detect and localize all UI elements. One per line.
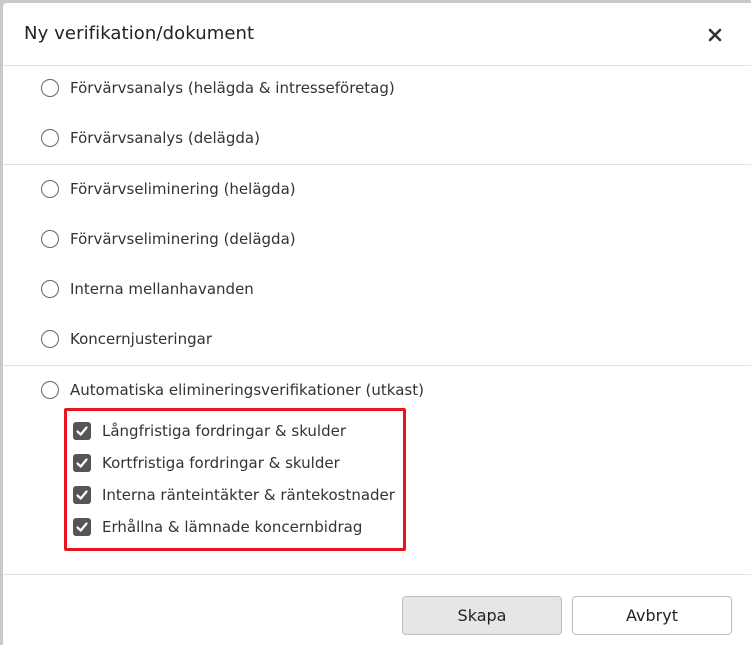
radio-button[interactable] — [41, 330, 59, 348]
option-interna-mellanhavanden[interactable]: Interna mellanhavanden — [41, 276, 254, 302]
cancel-button[interactable]: Avbryt — [572, 596, 732, 635]
option-label: Förvärvsanalys (delägda) — [70, 129, 260, 147]
radio-button[interactable] — [41, 180, 59, 198]
option-label: Koncernjusteringar — [70, 330, 212, 348]
checkbox-label: Kortfristiga fordringar & skulder — [102, 454, 340, 472]
section-divider — [3, 365, 751, 366]
checkbox-label: Långfristiga fordringar & skulder — [102, 422, 347, 440]
checkbox-checked-icon[interactable] — [73, 486, 91, 504]
option-koncernjusteringar[interactable]: Koncernjusteringar — [41, 326, 212, 352]
checkbox-koncernbidrag[interactable]: Erhållna & lämnade koncernbidrag — [73, 515, 362, 539]
radio-button[interactable] — [41, 280, 59, 298]
radio-button[interactable] — [41, 230, 59, 248]
section-divider — [3, 164, 751, 165]
footer-divider — [3, 574, 751, 575]
option-label: Interna mellanhavanden — [70, 280, 254, 298]
checkbox-label: Interna ränteintäkter & räntekostnader — [102, 486, 395, 504]
dialog-title: Ny verifikation/dokument — [24, 23, 255, 44]
option-forvarvsanalys-delagda[interactable]: Förvärvsanalys (delägda) — [41, 125, 260, 151]
option-label: Förvärvseliminering (delägda) — [70, 230, 296, 248]
checkbox-interna-rantor[interactable]: Interna ränteintäkter & räntekostnader — [73, 483, 395, 507]
option-forvarvseliminering-delagda[interactable]: Förvärvseliminering (delägda) — [41, 226, 296, 252]
checkbox-label: Erhållna & lämnade koncernbidrag — [102, 518, 363, 536]
option-automatiska-elimineringsverifikationer[interactable]: Automatiska elimineringsverifikationer (… — [41, 377, 424, 403]
option-label: Automatiska elimineringsverifikationer (… — [70, 381, 424, 399]
checkbox-checked-icon[interactable] — [73, 454, 91, 472]
create-button[interactable]: Skapa — [402, 596, 562, 635]
option-label: Förvärvsanalys (helägda & intresseföreta… — [70, 79, 395, 97]
option-label: Förvärvseliminering (helägda) — [70, 180, 296, 198]
radio-button[interactable] — [41, 79, 59, 97]
checkbox-checked-icon[interactable] — [73, 422, 91, 440]
radio-button[interactable] — [41, 129, 59, 147]
option-forvarvseliminering-helagda[interactable]: Förvärvseliminering (helägda) — [41, 176, 296, 202]
checkbox-langfristiga[interactable]: Långfristiga fordringar & skulder — [73, 419, 346, 443]
option-forvarvsanalys-helagda[interactable]: Förvärvsanalys (helägda & intresseföreta… — [41, 75, 395, 101]
checkbox-checked-icon[interactable] — [73, 518, 91, 536]
checkbox-kortfristiga[interactable]: Kortfristiga fordringar & skulder — [73, 451, 340, 475]
close-icon[interactable] — [703, 23, 727, 47]
dialog-header: Ny verifikation/dokument — [3, 3, 751, 66]
radio-button[interactable] — [41, 381, 59, 399]
new-verification-dialog: Ny verifikation/dokument Förvärvsanalys … — [3, 3, 751, 645]
